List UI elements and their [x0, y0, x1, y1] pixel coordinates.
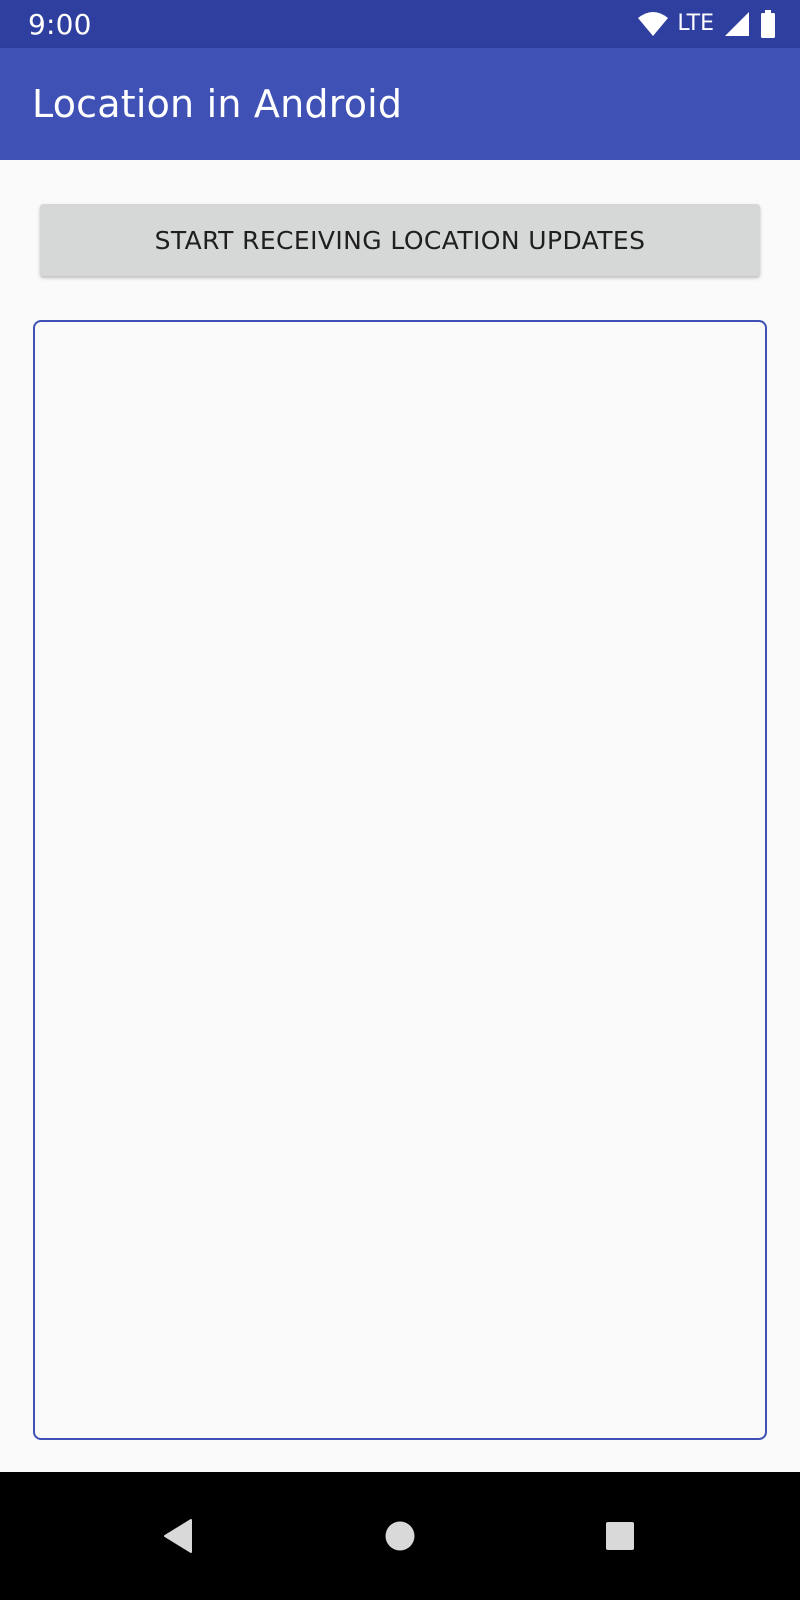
main-content: START RECEIVING LOCATION UPDATES: [0, 160, 800, 1472]
home-icon: [384, 1520, 416, 1552]
status-time: 9:00: [28, 7, 92, 41]
battery-icon: [760, 10, 776, 38]
screen: 9:00 LTE Location in Android START RECEI…: [0, 0, 800, 1600]
back-button[interactable]: [118, 1472, 238, 1600]
back-icon: [162, 1518, 194, 1554]
app-bar: Location in Android: [0, 48, 800, 160]
status-icons: LTE: [637, 10, 776, 38]
app-title: Location in Android: [32, 82, 403, 126]
status-bar: 9:00 LTE: [0, 0, 800, 48]
location-output-box[interactable]: [33, 320, 767, 1440]
start-location-updates-button[interactable]: START RECEIVING LOCATION UPDATES: [40, 204, 760, 276]
navigation-bar: [0, 1472, 800, 1600]
recents-button[interactable]: [560, 1472, 680, 1600]
network-type-label: LTE: [677, 11, 714, 36]
wifi-icon: [637, 11, 669, 37]
home-button[interactable]: [340, 1472, 460, 1600]
recents-icon: [605, 1521, 635, 1551]
signal-icon: [724, 11, 750, 37]
